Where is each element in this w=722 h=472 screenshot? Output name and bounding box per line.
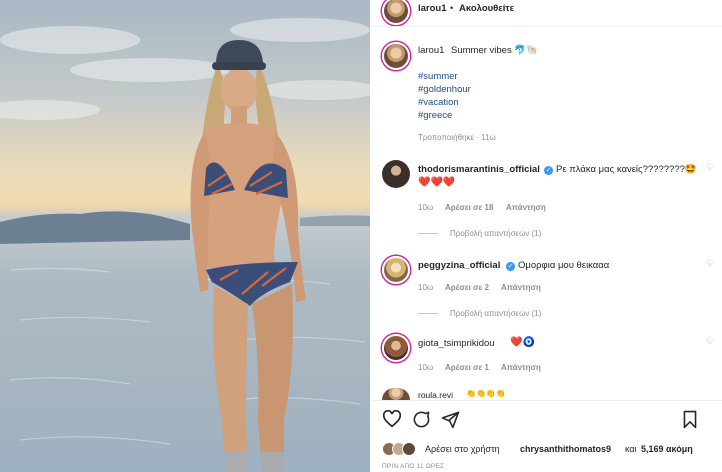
comment-username[interactable]: roula.revi [418, 390, 453, 400]
view-replies-button[interactable]: Προβολή απαντήσεων (1) [450, 229, 541, 238]
header-divider [370, 26, 722, 27]
comment-avatar[interactable] [382, 334, 410, 362]
verified-badge-icon: ✓ [506, 262, 515, 271]
hashtag-summer[interactable]: #summer [418, 71, 458, 82]
comment-time: 10ω [418, 363, 434, 372]
caption-username[interactable]: larou1 [418, 45, 444, 56]
comment-like-heart-icon[interactable]: ♡ [706, 162, 714, 173]
comment-icon[interactable] [412, 410, 431, 434]
header-username[interactable]: larou1 [418, 3, 447, 14]
hashtag-greece[interactable]: #greece [418, 110, 452, 121]
likes-prefix: Αρέσει στο χρήστη [425, 444, 500, 454]
posted-time: ΠΡΙΝ ΑΠΟ 11 ΩΡΕΣ [382, 463, 445, 470]
post-photo[interactable] [0, 0, 370, 472]
post-details-panel: larou1 • Ακολουθείτε larou1 Summer vibes… [370, 0, 722, 472]
comment-text: Ρε πλάκα μας κανείς????????🤩 [556, 164, 697, 175]
hashtag-goldenhour[interactable]: #goldenhour [418, 84, 471, 95]
comment-avatar[interactable] [382, 388, 410, 400]
replies-line [418, 233, 438, 234]
comment-like-heart-icon[interactable]: ♡ [706, 336, 714, 347]
comment-text: ❤️🧿 [510, 337, 535, 348]
likes-user-link[interactable]: chrysanthithomatos9 [520, 444, 611, 454]
comment-avatar[interactable] [382, 160, 410, 188]
comment-like-heart-icon[interactable]: ♡ [706, 258, 714, 269]
comment-text-hearts: ❤️❤️❤️ [418, 177, 456, 188]
verified-badge-icon: ✓ [544, 166, 553, 175]
comment-likes[interactable]: Αρέσει σε 18 [445, 203, 493, 212]
view-replies-button[interactable]: Προβολή απαντήσεων (1) [450, 309, 541, 318]
comment-likes[interactable]: Αρέσει σε 2 [445, 283, 489, 292]
comment-time: 10ω [418, 283, 434, 292]
comment-reply-button[interactable]: Απάντηση [501, 283, 541, 292]
header-separator: • [450, 3, 454, 13]
caption-edited-time: Τροποποιήθηκε · 11ω [418, 133, 496, 142]
share-icon[interactable] [441, 410, 460, 434]
comment-username[interactable]: thodorismarantinis_official [418, 164, 540, 175]
comment-text: 👏👏👏👏 [466, 389, 506, 398]
comment-time: 10ω [418, 203, 434, 212]
likes-count-link[interactable]: 5,169 ακόμη [641, 444, 693, 454]
comment-likes[interactable]: Αρέσει σε 1 [445, 363, 489, 372]
heart-icon[interactable] [382, 409, 402, 433]
comment-text: Ομορφια μου θεικααα [518, 260, 610, 271]
likers-avatars[interactable] [382, 442, 422, 456]
comment-reply-button[interactable]: Απάντηση [506, 203, 546, 212]
likes-middle: και [625, 444, 637, 454]
caption-avatar[interactable] [382, 42, 410, 70]
comment-reply-button[interactable]: Απάντηση [501, 363, 541, 372]
bookmark-icon[interactable] [682, 410, 698, 434]
hashtag-vacation[interactable]: #vacation [418, 97, 459, 108]
replies-line [418, 313, 438, 314]
header-avatar[interactable] [382, 0, 410, 25]
follow-status-button[interactable]: Ακολουθείτε [459, 3, 514, 14]
caption-text: Summer vibes 🐬🐚 [451, 45, 539, 56]
comment-avatar[interactable] [382, 256, 410, 284]
comment-username[interactable]: giota_tsimprikidou [418, 338, 495, 349]
comment-username[interactable]: peggyzina_official [418, 260, 500, 271]
actions-divider [370, 400, 722, 401]
